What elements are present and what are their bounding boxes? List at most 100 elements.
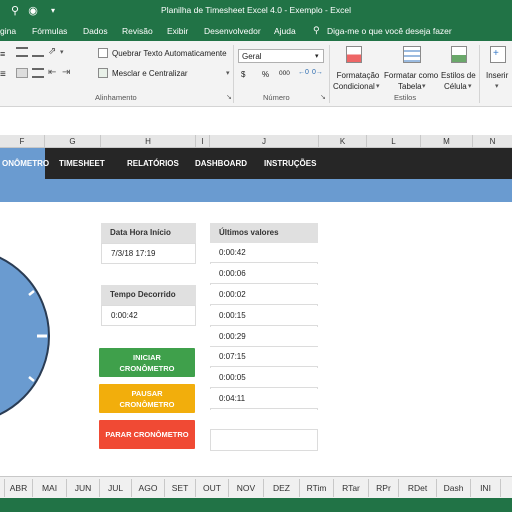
column-header-j[interactable]: J bbox=[210, 135, 319, 148]
align-bottom-icon[interactable] bbox=[32, 47, 44, 57]
conditional-formatting-label-2[interactable]: Condicional bbox=[333, 82, 375, 91]
stop-chronometer-button[interactable]: PARAR CRONÔMETRO bbox=[99, 420, 195, 449]
align-top-icon[interactable]: ≡ bbox=[0, 49, 5, 59]
cell-styles-label[interactable]: Estilos de bbox=[441, 71, 476, 80]
sheet-tab-rdet[interactable]: RDet bbox=[399, 479, 437, 497]
sheet-tab-ago[interactable]: AGO bbox=[132, 479, 165, 497]
align-middle-icon[interactable] bbox=[16, 47, 28, 57]
sheet-tab-set[interactable]: SET bbox=[165, 479, 196, 497]
chevron-down-icon[interactable]: ▾ bbox=[376, 82, 380, 90]
number-format-value: Geral bbox=[242, 52, 262, 61]
column-header-h[interactable]: H bbox=[101, 135, 196, 148]
list-item: 0:07:15 bbox=[210, 347, 318, 367]
thousands-icon[interactable]: 000 bbox=[279, 70, 290, 77]
tab-formulas[interactable]: Fórmulas bbox=[32, 26, 67, 36]
orientation-icon[interactable]: ⇗ bbox=[48, 46, 56, 57]
number-group-label: Número bbox=[263, 93, 290, 102]
align-left-icon[interactable]: ≡ bbox=[0, 69, 6, 80]
elapsed-time-label: Tempo Decorrido bbox=[101, 285, 196, 305]
align-center-icon[interactable] bbox=[16, 68, 28, 78]
sheet-tab-rpr[interactable]: RPr bbox=[369, 479, 399, 497]
start-chronometer-button[interactable]: INICIAR CRONÔMETRO bbox=[99, 348, 195, 377]
column-header-n[interactable]: N bbox=[473, 135, 512, 148]
column-header-m[interactable]: M bbox=[421, 135, 473, 148]
tab-help[interactable]: Ajuda bbox=[274, 26, 296, 36]
nav-chronometer[interactable]: ONÔMETRO bbox=[0, 148, 49, 179]
sheet-tab-mai[interactable]: MAI bbox=[33, 479, 67, 497]
format-as-table-label-2[interactable]: Tabela bbox=[398, 82, 422, 91]
insert-button[interactable]: Inserir bbox=[486, 71, 508, 80]
nav-timesheet[interactable]: TIMESHEET bbox=[59, 148, 105, 179]
column-header-g[interactable]: G bbox=[45, 135, 101, 148]
list-item: 0:04:11 bbox=[210, 389, 318, 409]
tab-data[interactable]: Dados bbox=[83, 26, 108, 36]
chevron-down-icon[interactable]: ▾ bbox=[468, 82, 472, 90]
wrap-text-button[interactable]: Quebrar Texto Automaticamente bbox=[112, 49, 227, 58]
decrease-indent-icon[interactable]: ⇤ bbox=[48, 67, 56, 78]
decrease-decimal-icon[interactable]: 0→ bbox=[312, 69, 323, 76]
dashboard-nav: ONÔMETRO TIMESHEET RELATÓRIOS DASHBOARD … bbox=[0, 148, 512, 179]
tab-page-layout[interactable]: gina bbox=[0, 26, 16, 36]
tab-view[interactable]: Exibir bbox=[167, 26, 188, 36]
column-header-i[interactable]: I bbox=[196, 135, 210, 148]
merge-center-button[interactable]: Mesclar e Centralizar bbox=[112, 69, 188, 78]
chevron-down-icon[interactable]: ▾ bbox=[495, 82, 499, 90]
chevron-down-icon: ▾ bbox=[315, 53, 319, 60]
separator bbox=[233, 45, 234, 103]
sheet-tab-dash[interactable]: Dash bbox=[437, 479, 471, 497]
merge-dropdown-icon[interactable]: ▾ bbox=[226, 69, 230, 77]
cell-styles-icon[interactable] bbox=[451, 46, 467, 63]
cell-styles-label-2[interactable]: Célula bbox=[444, 82, 467, 91]
sheet-tab-rtim[interactable]: RTim bbox=[300, 479, 334, 497]
percent-icon[interactable]: % bbox=[262, 70, 269, 79]
nav-instructions[interactable]: INSTRUÇÕES bbox=[264, 148, 316, 179]
increase-decimal-icon[interactable]: ←0 bbox=[298, 69, 309, 76]
format-as-table-label[interactable]: Formatar como bbox=[384, 71, 438, 80]
start-button-label: INICIAR CRONÔMETRO bbox=[119, 352, 175, 373]
number-format-select[interactable]: Geral ▾ bbox=[238, 49, 324, 63]
nav-dashboard[interactable]: DASHBOARD bbox=[195, 148, 247, 179]
orientation-dropdown-icon[interactable]: ▾ bbox=[60, 48, 64, 56]
column-headers: F G H I J K L M N bbox=[0, 135, 512, 148]
sheet-tab-jul[interactable]: JUL bbox=[100, 479, 132, 497]
alignment-group-label: Alinhamento bbox=[95, 93, 137, 102]
pause-button-label: PAUSAR CRONÔMETRO bbox=[119, 388, 175, 409]
start-time-value: 7/3/18 17:19 bbox=[101, 243, 196, 264]
chevron-down-icon[interactable]: ▾ bbox=[422, 82, 426, 90]
sheet-tab-dez[interactable]: DEZ bbox=[264, 479, 300, 497]
list-item: 0:00:42 bbox=[210, 243, 318, 263]
insert-cells-icon[interactable]: + bbox=[490, 46, 506, 63]
sheet-tab-out[interactable]: OUT bbox=[196, 479, 229, 497]
sheet-tab-ini[interactable]: INI bbox=[471, 479, 501, 497]
format-as-table-icon[interactable] bbox=[403, 46, 421, 63]
sheet-tab-jun[interactable]: JUN bbox=[67, 479, 100, 497]
list-item: 0:00:05 bbox=[210, 368, 318, 388]
tab-developer[interactable]: Desenvolvedor bbox=[204, 26, 261, 36]
conditional-formatting-icon[interactable] bbox=[346, 46, 362, 63]
tell-me-search[interactable]: Diga-me o que você deseja fazer bbox=[327, 26, 452, 36]
align-right-icon[interactable] bbox=[32, 68, 44, 78]
nav-reports[interactable]: RELATÓRIOS bbox=[127, 148, 179, 179]
wrap-text-icon[interactable] bbox=[98, 48, 108, 58]
separator bbox=[329, 45, 330, 103]
list-item: 0:00:06 bbox=[210, 264, 318, 284]
sheet-tab-abr[interactable]: ABR bbox=[5, 479, 33, 497]
list-item: 0:00:29 bbox=[210, 327, 318, 347]
separator bbox=[479, 45, 480, 103]
lightbulb-icon: ⚲ bbox=[313, 25, 320, 35]
plus-icon: + bbox=[493, 48, 499, 59]
pause-chronometer-button[interactable]: PAUSAR CRONÔMETRO bbox=[99, 384, 195, 413]
tab-review[interactable]: Revisão bbox=[122, 26, 153, 36]
currency-icon[interactable]: $ bbox=[241, 70, 245, 79]
increase-indent-icon[interactable]: ⇥ bbox=[62, 67, 70, 78]
column-header-f[interactable]: F bbox=[0, 135, 45, 148]
number-launcher-icon[interactable]: ↘ bbox=[320, 93, 326, 101]
column-header-k[interactable]: K bbox=[319, 135, 367, 148]
conditional-formatting-label[interactable]: Formatação bbox=[335, 71, 381, 80]
column-header-l[interactable]: L bbox=[367, 135, 421, 148]
alignment-launcher-icon[interactable]: ↘ bbox=[226, 93, 232, 101]
merge-center-icon[interactable] bbox=[98, 68, 108, 78]
list-item: 0:00:02 bbox=[210, 285, 318, 305]
sheet-tab-nov[interactable]: NOV bbox=[229, 479, 264, 497]
sheet-tab-rtar[interactable]: RTar bbox=[334, 479, 369, 497]
